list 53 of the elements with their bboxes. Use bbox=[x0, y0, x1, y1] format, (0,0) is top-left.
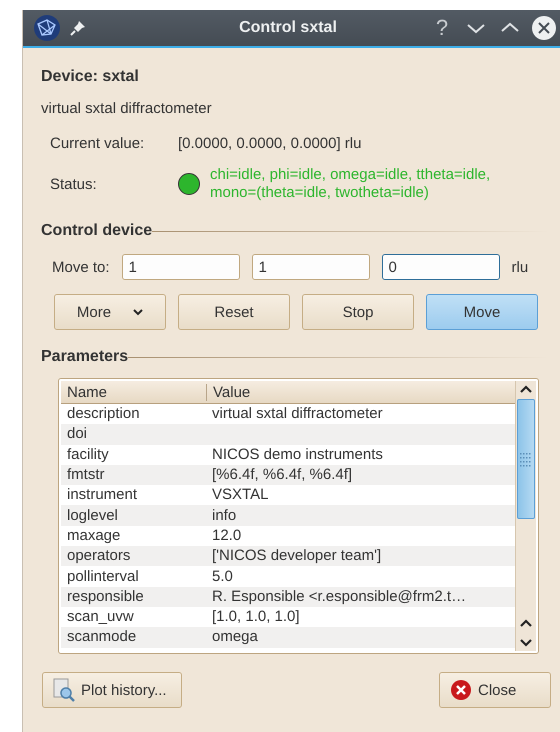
close-icon[interactable] bbox=[531, 15, 557, 41]
globe-logo-icon bbox=[33, 14, 61, 42]
table-cell-text: R. Esponsible <r.esponsible@frm2.t… bbox=[211, 588, 468, 606]
table-cell-text: fmtstr bbox=[66, 466, 106, 484]
action-button[interactable]: Move bbox=[426, 294, 538, 330]
current-value: [0.0000, 0.0000, 0.0000] rlu bbox=[178, 135, 362, 152]
section-title: Control device bbox=[41, 222, 152, 240]
input-field[interactable]: 1 bbox=[122, 254, 240, 280]
input-field[interactable]: 0 bbox=[382, 254, 500, 280]
table-cell-text: pollinterval bbox=[66, 568, 140, 586]
table-cell-text: [%6.4f, %6.4f, %6.4f] bbox=[211, 466, 354, 484]
field-label: Current value: bbox=[50, 135, 146, 152]
action-button[interactable]: Reset bbox=[178, 294, 290, 330]
table-cell-text: maxage bbox=[66, 526, 122, 545]
close-button[interactable]: Close bbox=[439, 672, 551, 708]
caret-icon bbox=[133, 308, 144, 316]
pin-icon[interactable] bbox=[69, 19, 87, 37]
table-cell-text: scanmode bbox=[66, 628, 138, 646]
status-text: chi=idle, phi=idle, omega=idle, ttheta=idle, mono=(theta=idle, twotheta=idle) bbox=[210, 166, 492, 202]
table-cell-text: NICOS demo instruments bbox=[211, 446, 384, 464]
table-cell-text: [1.0, 1.0, 1.0] bbox=[211, 608, 301, 626]
section-title: Parameters bbox=[41, 348, 128, 366]
table-cell-text: 12.0 bbox=[211, 526, 242, 545]
table-cell-text: operators bbox=[66, 547, 132, 566]
table-cell-text: 5.0 bbox=[211, 568, 234, 586]
window-title: Control sxtal bbox=[238, 19, 338, 37]
table-cell-text: omega bbox=[211, 628, 259, 646]
table-cell-text: responsible bbox=[66, 588, 145, 606]
input-field[interactable]: 1 bbox=[252, 254, 370, 280]
table-cell-text: description bbox=[66, 405, 141, 424]
table-cell-text: doi bbox=[66, 425, 88, 444]
table-cell-text: facility bbox=[66, 446, 110, 464]
help-button[interactable]: ? bbox=[429, 15, 455, 41]
table-cell-text: scan_uvw bbox=[66, 608, 135, 626]
table-cell-text: instrument bbox=[66, 486, 138, 504]
document-search-icon bbox=[53, 678, 75, 702]
table-cell-text: loglevel bbox=[66, 506, 119, 525]
table-cell-text: VSXTAL bbox=[211, 486, 270, 504]
table-cell-text: info bbox=[211, 506, 238, 525]
more-button[interactable]: More bbox=[54, 294, 166, 330]
table-cell-text: virtual sxtal diffractometer bbox=[211, 405, 384, 424]
plot-history-button[interactable]: Plot history... bbox=[42, 672, 182, 708]
scrollbar[interactable] bbox=[515, 381, 536, 651]
unit-label: rlu bbox=[512, 258, 528, 276]
device-title: Device: sxtal bbox=[41, 68, 140, 86]
scroll-thumb[interactable] bbox=[517, 399, 535, 519]
field-label: Move to: bbox=[52, 258, 110, 276]
table-cell-text: ['NICOS developer team'] bbox=[211, 547, 382, 566]
device-description: virtual sxtal diffractometer bbox=[41, 100, 213, 117]
field-label: Status: bbox=[50, 176, 98, 192]
column-header[interactable]: Name bbox=[61, 384, 206, 400]
close-circle-icon bbox=[450, 679, 472, 701]
action-button[interactable]: Stop bbox=[302, 294, 414, 330]
